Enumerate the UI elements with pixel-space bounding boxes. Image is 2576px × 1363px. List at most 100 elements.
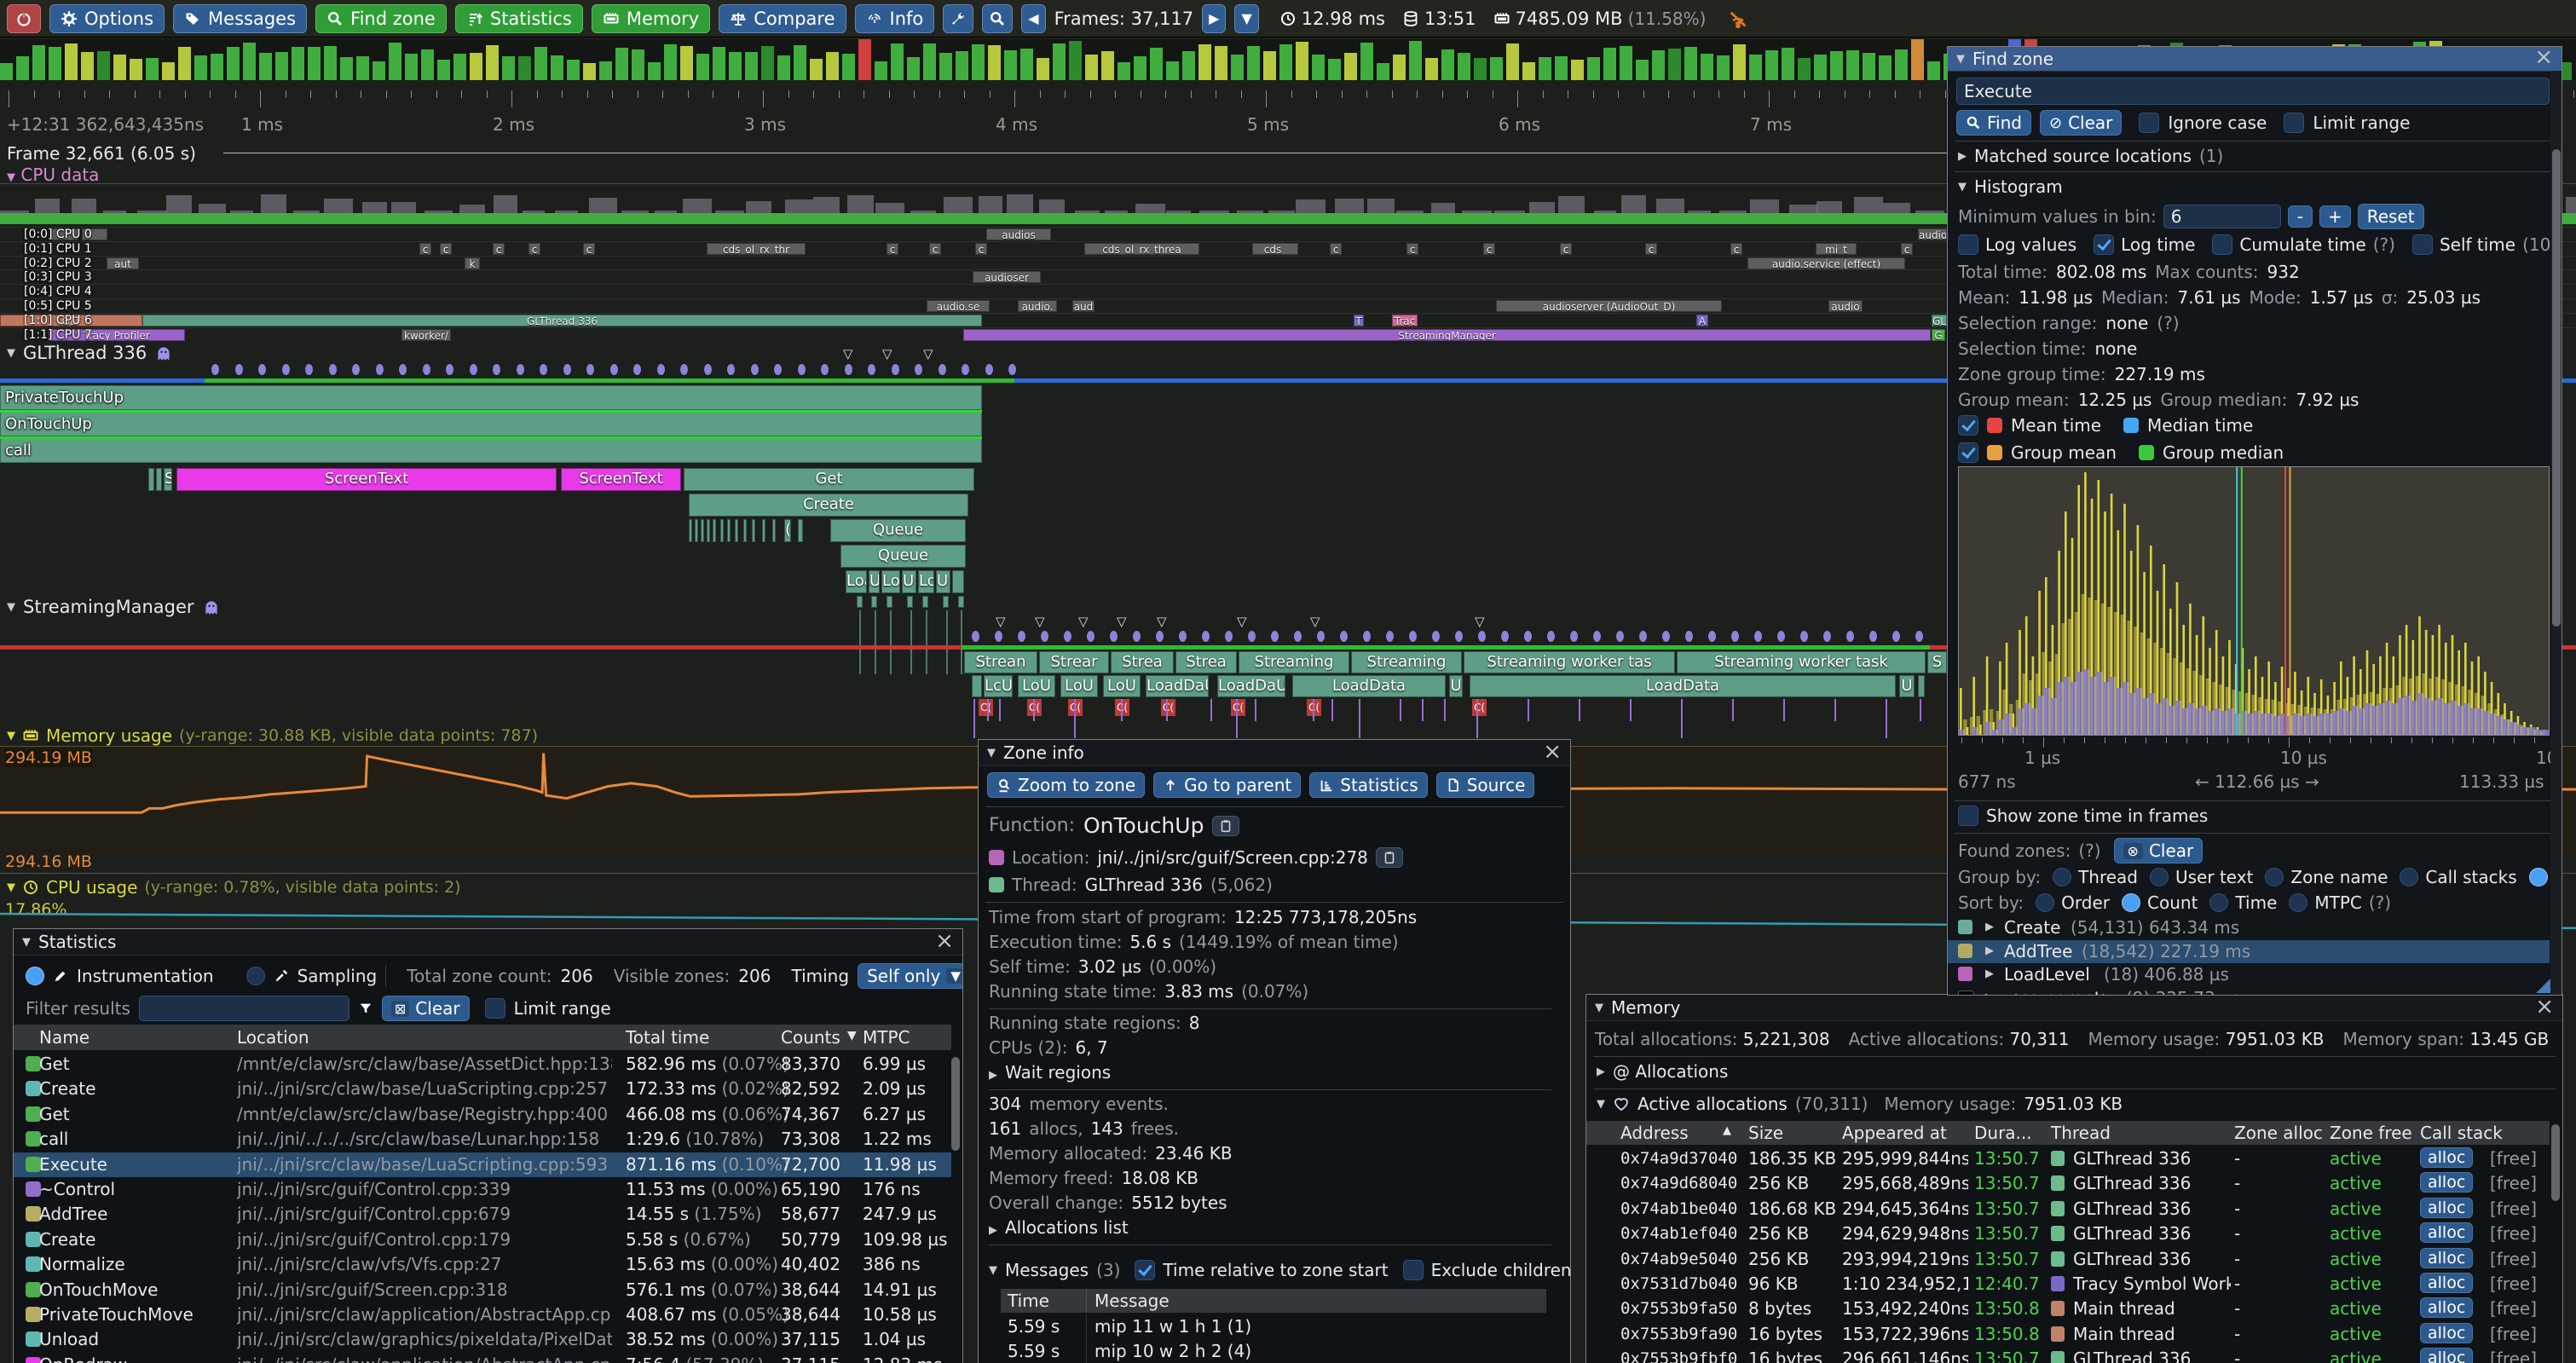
clear-find-button[interactable]: ⊘Clear (2040, 110, 2122, 136)
show-zone-time-checkbox[interactable] (1958, 806, 1978, 826)
message-dot[interactable] (1432, 631, 1440, 642)
message-dot[interactable] (915, 364, 922, 375)
cpu-zone[interactable]: audio.service (effect) (1747, 257, 1905, 269)
message-dot[interactable] (1225, 631, 1233, 642)
frame-bar[interactable] (648, 62, 661, 80)
table-row[interactable]: Createjni/../jni/src/claw/base/LuaScript… (14, 1077, 951, 1101)
zone-go-to-parent-button[interactable]: Go to parent (1153, 772, 1301, 798)
cpu-zone[interactable]: audio. (1018, 300, 1057, 312)
frame-bar[interactable] (1668, 49, 1681, 80)
frame-bar[interactable] (373, 61, 385, 80)
frame-bar[interactable] (1506, 43, 1519, 80)
cpu-zone[interactable]: G (1932, 329, 1945, 341)
timeline-zone[interactable]: ( (784, 519, 791, 542)
frame-bar[interactable] (292, 47, 304, 80)
message-dot[interactable] (1777, 631, 1785, 642)
frame-bar[interactable] (1198, 44, 1211, 80)
cpu-zone[interactable]: c (440, 243, 452, 255)
frame-bar[interactable] (1782, 48, 1794, 80)
frame-bar[interactable] (97, 51, 110, 80)
table-row[interactable]: 5.59 smip 10 w 2 h 2 (4) (1001, 1339, 1546, 1363)
frame-bar[interactable] (826, 52, 839, 80)
message-dot[interactable] (1363, 631, 1371, 642)
message-dot[interactable] (1018, 631, 1025, 642)
column-header-zone-alloc[interactable]: Zone alloc (2234, 1123, 2323, 1143)
cpu-zone[interactable]: c (887, 243, 898, 255)
frame-bar[interactable] (1053, 43, 1066, 80)
frame-bar[interactable] (680, 46, 693, 80)
message-dot[interactable] (1616, 631, 1624, 642)
message-dot[interactable] (423, 364, 430, 375)
red-zone[interactable]: C( (1231, 699, 1245, 716)
frame-bar[interactable] (324, 46, 337, 80)
frame-bar[interactable] (1279, 44, 1292, 80)
frame-bar[interactable] (1571, 60, 1584, 80)
message-dot[interactable] (1478, 631, 1486, 642)
message-dot[interactable] (1800, 631, 1808, 642)
thread-band-zone[interactable]: call (0, 438, 982, 463)
frame-marker-icon[interactable]: ▽ (1475, 614, 1485, 629)
cpu-zone[interactable]: cds_ol_rx_thr (707, 243, 806, 255)
timeline-zone[interactable]: Strea (1175, 651, 1237, 673)
table-header[interactable]: NameLocationTotal timeCounts▼MTPC (14, 1025, 951, 1050)
log-time-checkbox[interactable] (2094, 234, 2114, 255)
scrollbar[interactable] (2551, 1124, 2560, 1201)
statistics-button[interactable]: Statistics (455, 4, 583, 33)
frame-bar[interactable] (842, 54, 855, 80)
frame-bar[interactable] (1004, 50, 1017, 80)
alloc-callstack-button[interactable]: alloc (2420, 1198, 2473, 1218)
frame-bar[interactable] (1134, 56, 1146, 80)
table-row[interactable]: 0x7553b9fbf016 bytes296,661,146ns13:50.7… (1586, 1347, 2550, 1363)
message-dot[interactable] (1455, 631, 1463, 642)
min-bin-input[interactable]: 6 (2163, 205, 2281, 228)
frame-menu-button[interactable]: ▼ (1234, 4, 1258, 33)
column-header-total-time[interactable]: Total time (626, 1027, 709, 1048)
frame-bar[interactable] (486, 45, 499, 80)
group-by-radio-user-text[interactable] (2150, 868, 2169, 887)
frame-bar[interactable] (599, 61, 612, 80)
scrollbar[interactable] (951, 1057, 960, 1151)
found-zone-row[interactable]: ▶<no parent>(9) 225.73 µs (1948, 987, 2550, 996)
frame-bar[interactable] (1490, 57, 1503, 80)
expand-arrow-icon[interactable]: ▶ (1985, 991, 1994, 996)
frame-bar[interactable] (988, 45, 1001, 80)
timeline-zone[interactable]: Loa (846, 570, 867, 593)
cpu-zone[interactable]: c (1645, 243, 1657, 255)
frame-bar[interactable] (729, 52, 742, 80)
message-dot[interactable] (633, 364, 641, 375)
timeline-zone[interactable] (772, 519, 776, 542)
message-dot[interactable] (1593, 631, 1601, 642)
frame-bar[interactable] (1118, 62, 1130, 80)
group-by-radio-parent[interactable] (2529, 868, 2548, 887)
frame-bar[interactable] (1037, 58, 1049, 80)
frame-bar[interactable] (243, 43, 256, 80)
message-dot[interactable] (1041, 631, 1048, 642)
timeline-zone[interactable]: ScreenText (561, 468, 681, 491)
cpu-zone[interactable]: c (1330, 243, 1342, 255)
close-icon[interactable]: × (935, 929, 954, 953)
cpu-zone[interactable]: c (1901, 243, 1913, 255)
column-header-mtpc[interactable]: MTPC (863, 1027, 910, 1048)
frame-bar[interactable] (1425, 58, 1438, 80)
timeline-zone[interactable]: U (1899, 675, 1915, 697)
timeline-zone[interactable]: Loi (881, 570, 900, 593)
frame-bar[interactable] (1733, 44, 1746, 80)
zone-source-button[interactable]: Source (1436, 772, 1535, 798)
frame-bar[interactable] (1215, 46, 1227, 80)
expand-arrow-icon[interactable]: ▶ (1985, 921, 1994, 933)
timeline-zone[interactable]: Lo (918, 570, 934, 593)
frame-marker-icon[interactable]: ▽ (1078, 614, 1089, 629)
timeline-zone[interactable]: Up (936, 570, 950, 593)
message-dot[interactable] (1294, 631, 1302, 642)
next-frame-button[interactable]: ▶ (1202, 4, 1226, 33)
find-zone-button[interactable]: Find zone (315, 4, 447, 33)
frame-bar[interactable] (745, 52, 758, 80)
log-values-checkbox[interactable] (1958, 234, 1978, 255)
legend-checkbox[interactable] (1958, 415, 1978, 436)
timeline-zone[interactable]: LoU (1103, 675, 1141, 697)
message-dot[interactable] (1110, 631, 1118, 642)
frame-bar[interactable] (777, 55, 790, 80)
frame-bar[interactable] (113, 55, 126, 80)
frame-bar[interactable] (1814, 55, 1827, 80)
frame-bar[interactable] (1182, 51, 1195, 80)
